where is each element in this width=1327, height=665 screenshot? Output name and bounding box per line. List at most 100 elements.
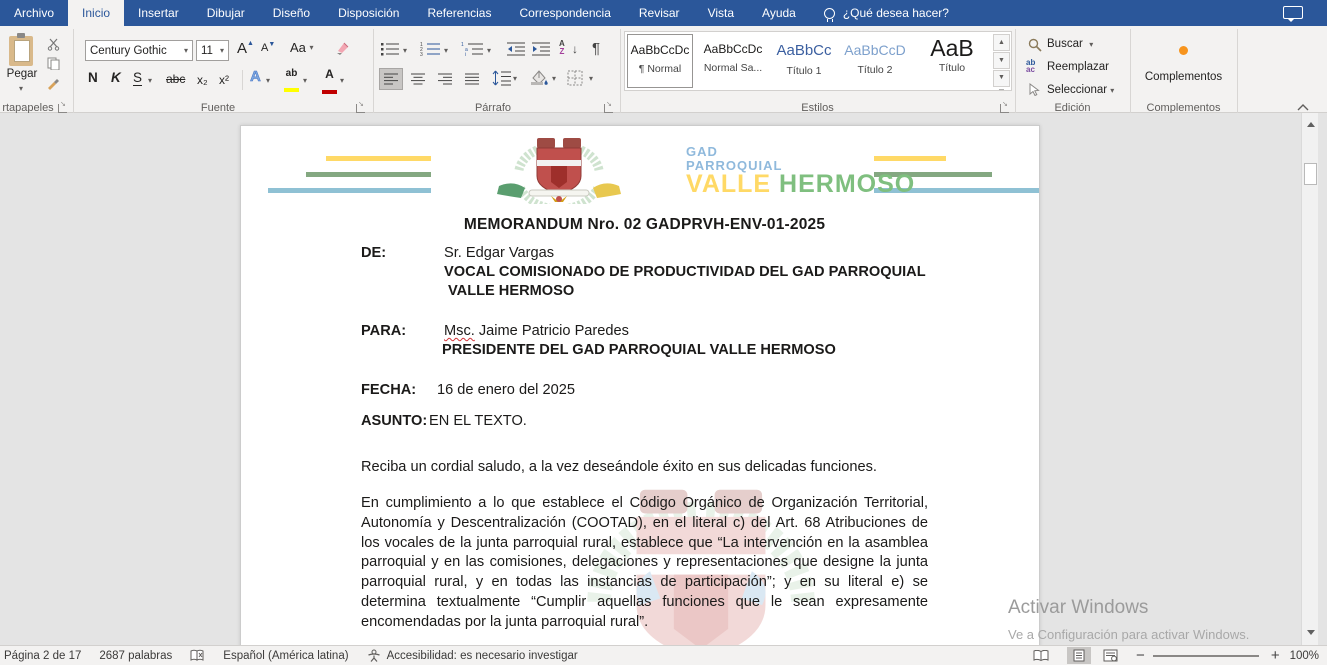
numbering-icon[interactable]: 123 (419, 41, 441, 57)
underline-dropdown-icon[interactable]: ▾ (148, 76, 152, 85)
tab-archivo[interactable]: Archivo (0, 0, 68, 26)
font-family-select[interactable]: Century Gothic▾ (85, 40, 193, 61)
scroll-up-button[interactable] (1304, 117, 1317, 130)
language-indicator[interactable]: Español (América latina) (223, 650, 348, 662)
style-titulo-1[interactable]: AaBbCc Título 1 (771, 34, 837, 88)
increase-indent-icon[interactable] (531, 41, 551, 57)
borders-dropdown-icon[interactable]: ▾ (589, 74, 593, 83)
tab-referencias[interactable]: Referencias (413, 0, 505, 26)
de-label: DE: (361, 245, 386, 261)
grow-font-button[interactable]: A▲ (237, 40, 254, 57)
tab-vista[interactable]: Vista (694, 0, 748, 26)
select-button[interactable]: Seleccionar ▾ (1047, 84, 1114, 96)
tell-me-box[interactable]: ¿Qué desea hacer? (824, 0, 949, 26)
zoom-out-button[interactable]: − (1136, 647, 1145, 664)
tab-ayuda[interactable]: Ayuda (748, 0, 810, 26)
superscript-button[interactable]: x² (219, 73, 229, 87)
style-normal-sa[interactable]: AaBbCcDc Normal Sa... (700, 34, 766, 88)
paragraph-dialog-launcher[interactable] (604, 104, 613, 113)
scroll-down-button[interactable] (1304, 626, 1317, 639)
zoom-slider[interactable] (1153, 655, 1259, 657)
bold-button[interactable]: N (88, 70, 98, 85)
font-size-value: 11 (201, 45, 213, 57)
decrease-indent-icon[interactable] (506, 41, 526, 57)
shading-dropdown-icon[interactable]: ▾ (552, 74, 556, 83)
fecha-label: FECHA: (361, 382, 416, 398)
align-right-button[interactable] (433, 68, 457, 90)
proofing-errors-icon[interactable] (190, 649, 205, 662)
line-spacing-dropdown-icon[interactable]: ▾ (513, 74, 517, 83)
find-button[interactable]: Buscar ▾ (1047, 38, 1093, 50)
collapse-ribbon-icon[interactable] (1297, 98, 1309, 106)
styles-dialog-launcher[interactable] (1000, 104, 1009, 113)
svg-text:3: 3 (420, 52, 423, 57)
change-case-button[interactable]: Aa ▾ (290, 40, 314, 55)
tab-diseno[interactable]: Diseño (259, 0, 324, 26)
bullets-icon[interactable] (380, 41, 400, 57)
paste-label[interactable]: Pegar (0, 68, 44, 80)
tab-inicio[interactable]: Inicio (68, 0, 124, 26)
line-spacing-icon[interactable] (492, 70, 512, 86)
print-layout-button[interactable] (1067, 647, 1091, 664)
page-indicator[interactable]: Página 2 de 17 (4, 650, 81, 662)
bullets-dropdown-icon[interactable]: ▾ (403, 46, 407, 55)
justify-button[interactable] (460, 68, 484, 90)
text-effects-button[interactable]: A (250, 68, 261, 85)
multilevel-list-icon[interactable]: 1ai (460, 41, 484, 57)
asunto-label: ASUNTO: (361, 413, 427, 429)
tab-disposicion[interactable]: Disposición (324, 0, 413, 26)
borders-icon[interactable] (567, 70, 583, 86)
document-page[interactable]: GAD PARROQUIAL VALLE HERMOSO (240, 125, 1040, 645)
align-left-button[interactable] (379, 68, 403, 90)
font-size-select[interactable]: 11▾ (196, 40, 229, 61)
word-count[interactable]: 2687 palabras (99, 650, 172, 662)
styles-scroll-up[interactable]: ▲ (993, 34, 1010, 51)
highlight-button[interactable]: ab (284, 68, 299, 97)
italic-button[interactable]: K (111, 70, 121, 85)
web-layout-button[interactable] (1103, 649, 1118, 662)
tab-insertar[interactable]: Insertar (124, 0, 193, 26)
subscript-button[interactable]: x₂ (197, 73, 208, 87)
accessibility-status[interactable]: Accesibilidad: es necesario investigar (387, 650, 578, 662)
shrink-font-button[interactable]: A▼ (261, 42, 275, 54)
sort-arrow: ↓ (572, 42, 578, 56)
zoom-percentage[interactable]: 100% (1290, 650, 1319, 662)
copy-icon[interactable] (47, 57, 60, 70)
cut-icon[interactable] (47, 38, 60, 51)
tab-dibujar[interactable]: Dibujar (193, 0, 259, 26)
read-mode-button[interactable] (1033, 650, 1049, 662)
styles-more-button[interactable]: ▼─ (993, 70, 1010, 87)
clear-formatting-icon[interactable] (334, 39, 352, 57)
font-color-button[interactable]: A (322, 67, 337, 99)
pilcrow-button[interactable]: ¶ (592, 40, 600, 57)
misspelled-word: Msc. (444, 323, 475, 339)
activate-windows-line2: Ve a Configuración para activar Windows. (1008, 627, 1249, 642)
comments-icon[interactable] (1283, 6, 1303, 19)
style-titulo-2[interactable]: AaBbCcD Título 2 (842, 34, 908, 88)
align-center-button[interactable] (406, 68, 430, 90)
vertical-scrollbar[interactable] (1301, 113, 1318, 645)
tab-revisar[interactable]: Revisar (625, 0, 694, 26)
strikethrough-button[interactable]: abc (166, 72, 185, 86)
zoom-in-button[interactable]: + (1271, 647, 1280, 664)
styles-scroll-down[interactable]: ▼ (993, 52, 1010, 69)
highlight-dropdown-icon[interactable]: ▾ (303, 76, 307, 85)
multilevel-dropdown-icon[interactable]: ▾ (487, 46, 491, 55)
format-painter-icon[interactable] (46, 76, 61, 91)
numbering-dropdown-icon[interactable]: ▾ (444, 46, 448, 55)
font-dialog-launcher[interactable] (356, 104, 365, 113)
clipboard-dialog-launcher[interactable] (58, 104, 67, 113)
document-canvas[interactable]: GAD PARROQUIAL VALLE HERMOSO (0, 113, 1327, 645)
shading-icon[interactable] (529, 69, 549, 86)
replace-button[interactable]: Reemplazar (1047, 61, 1109, 73)
paste-dropdown-icon[interactable]: ▾ (19, 84, 23, 93)
tab-correspondencia[interactable]: Correspondencia (505, 0, 624, 26)
scrollbar-thumb[interactable] (1304, 163, 1317, 185)
underline-button[interactable]: S (133, 70, 142, 86)
text-effects-dropdown-icon[interactable]: ▾ (266, 76, 270, 85)
font-color-dropdown-icon[interactable]: ▾ (340, 76, 344, 85)
style-titulo[interactable]: AaB Título (913, 34, 991, 88)
sort-icon[interactable]: A Z (559, 40, 565, 56)
addins-button[interactable]: Complementos (1130, 38, 1237, 83)
style-normal[interactable]: AaBbCcDc ¶ Normal (627, 34, 693, 88)
